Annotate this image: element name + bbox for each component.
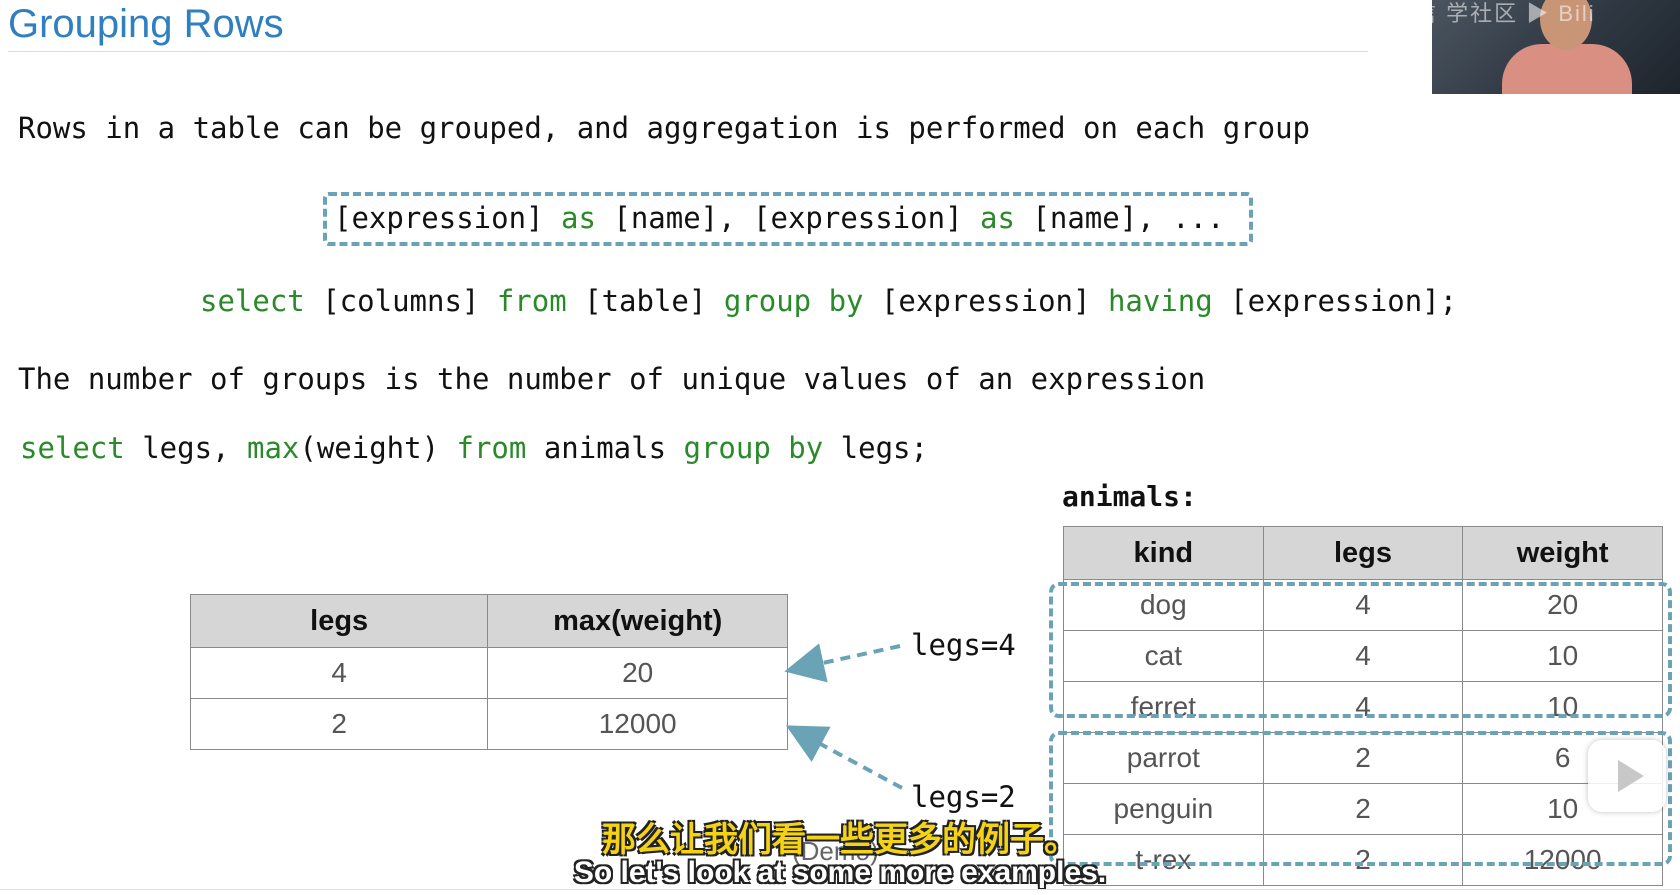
play-button[interactable] bbox=[1588, 740, 1666, 812]
play-icon bbox=[1618, 760, 1644, 792]
arrow-legs-2 bbox=[785, 725, 903, 790]
arrow-legs-4 bbox=[784, 643, 901, 683]
subtitle-chinese: 那么让我们看一些更多的例子。 bbox=[602, 821, 1078, 859]
subtitle-english: So let's look at some more examples. bbox=[573, 856, 1107, 889]
group-arrows bbox=[784, 643, 903, 790]
bottom-divider bbox=[0, 889, 1680, 890]
